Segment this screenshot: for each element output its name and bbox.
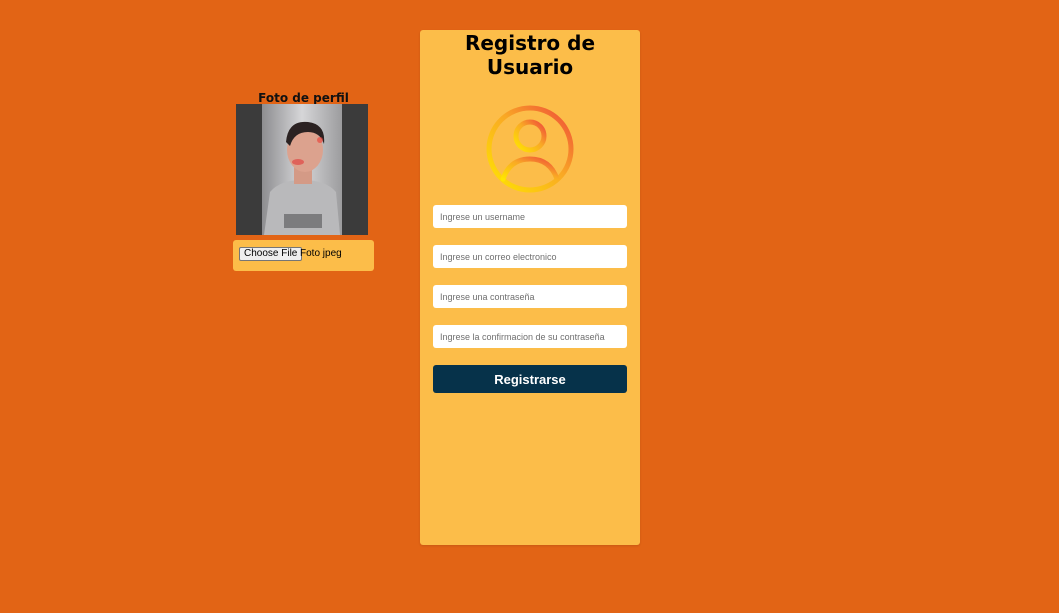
page-title: Registro de Usuario [464,31,596,79]
registration-card: Registro de Usuario Registrarse [420,30,640,545]
username-input[interactable] [433,205,627,228]
user-circle-icon [486,105,574,193]
profile-photo-preview [236,104,368,235]
register-button[interactable]: Registrarse [433,365,627,393]
password-input[interactable] [433,285,627,308]
file-upload-box: Choose File Foto jpeg [233,240,374,271]
choose-file-button[interactable]: Choose File [239,247,303,261]
email-input[interactable] [433,245,627,268]
profile-photo-section: Foto de perfil Choose File Foto jpeg [233,91,374,271]
selected-file-name: Foto jpeg [300,248,342,259]
profile-photo-title: Foto de perfil [258,91,349,105]
confirm-password-input[interactable] [433,325,627,348]
